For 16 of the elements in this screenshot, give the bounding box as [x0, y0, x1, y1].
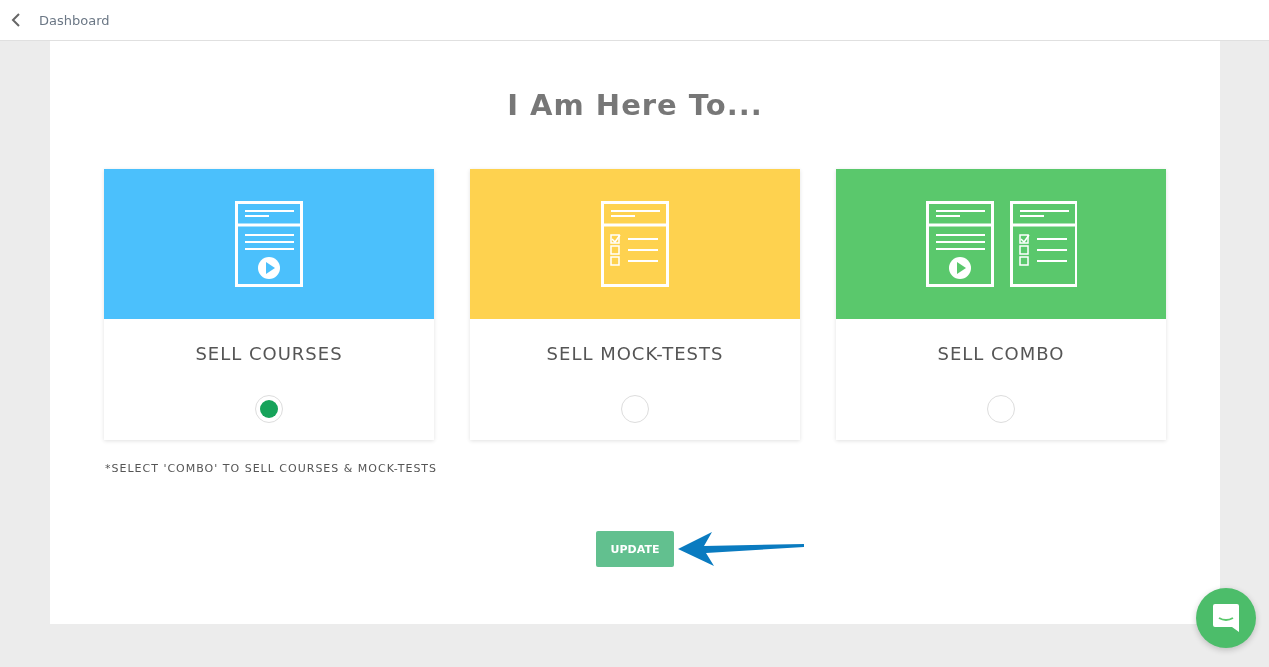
course-page-icon — [234, 201, 304, 287]
option-card[interactable]: SELL MOCK-TESTS — [470, 169, 800, 440]
option-card[interactable]: SELL COURSES — [104, 169, 434, 440]
option-label: SELL COMBO — [937, 343, 1065, 365]
course-and-checklist-icon — [925, 201, 1077, 287]
back-label: Dashboard — [39, 12, 110, 28]
option-label: SELL MOCK-TESTS — [546, 343, 724, 365]
page-title: I Am Here To... — [507, 87, 763, 124]
checklist-page-icon — [600, 201, 670, 287]
back-link[interactable]: Dashboard — [0, 12, 110, 28]
option-label: SELL COURSES — [195, 343, 343, 365]
chat-icon — [1212, 603, 1240, 633]
hint-text: *SELECT 'COMBO' TO SELL COURSES & MOCK-TESTS — [105, 462, 438, 475]
option-card[interactable]: SELL COMBO — [836, 169, 1166, 440]
chat-button[interactable] — [1196, 588, 1256, 648]
back-icon — [11, 13, 21, 27]
